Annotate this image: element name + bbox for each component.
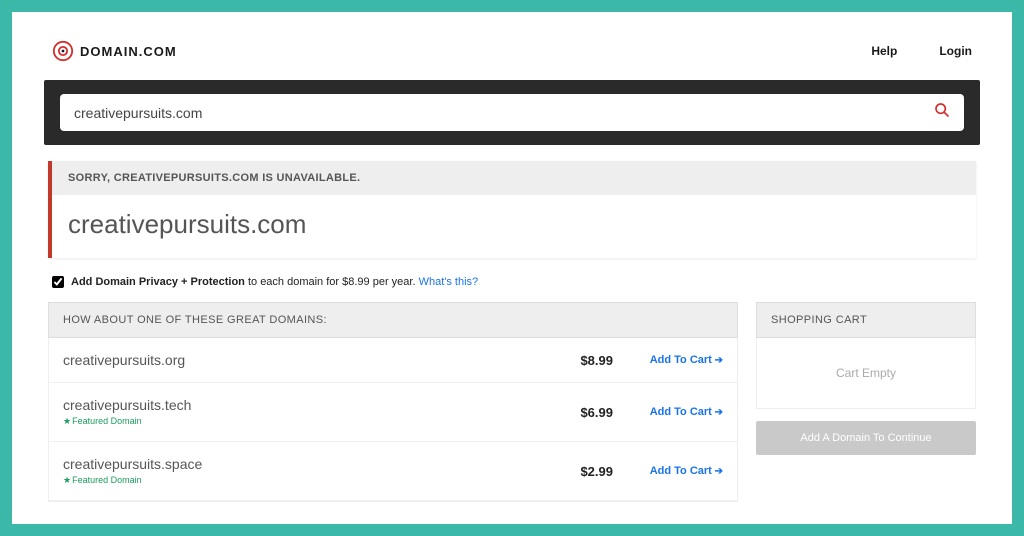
privacy-label-rest: to each domain for $8.99 per year. [245, 276, 419, 288]
domain-row: creativepursuits.tech Featured Domain $6… [49, 383, 737, 442]
page: DOMAIN.COM Help Login SORRY, CREATIVEPUR… [12, 12, 1012, 524]
add-to-cart-button[interactable]: Add To Cart [613, 354, 723, 366]
search-bar-wrap [44, 80, 980, 145]
domain-row: creativepursuits.space Featured Domain $… [49, 442, 737, 501]
suggestions-title: HOW ABOUT ONE OF THESE GREAT DOMAINS: [48, 302, 738, 338]
privacy-checkbox[interactable] [52, 276, 64, 288]
nav-help[interactable]: Help [871, 44, 897, 58]
privacy-link[interactable]: What's this? [419, 276, 479, 288]
status-message: SORRY, CREATIVEPURSUITS.COM IS UNAVAILAB… [52, 161, 976, 195]
domain-name: creativepursuits.org [63, 352, 545, 368]
nav-login[interactable]: Login [939, 44, 972, 58]
cart-continue-button[interactable]: Add A Domain To Continue [756, 421, 976, 455]
search-input[interactable] [74, 105, 934, 121]
featured-badge: Featured Domain [63, 416, 545, 427]
logo-text: DOMAIN.COM [80, 44, 177, 59]
nav-links: Help Login [871, 44, 972, 58]
status-domain: creativepursuits.com [52, 195, 976, 258]
cart-empty: Cart Empty [756, 338, 976, 409]
search-bar [60, 94, 964, 131]
content: SORRY, CREATIVEPURSUITS.COM IS UNAVAILAB… [44, 145, 980, 502]
search-icon[interactable] [934, 102, 950, 123]
page-frame: DOMAIN.COM Help Login SORRY, CREATIVEPUR… [0, 0, 1024, 536]
domain-price: $6.99 [545, 405, 613, 420]
featured-badge: Featured Domain [63, 475, 545, 486]
add-to-cart-button[interactable]: Add To Cart [613, 465, 723, 477]
domain-row: creativepursuits.org $8.99 Add To Cart [49, 338, 737, 383]
domain-price: $2.99 [545, 464, 613, 479]
suggestions-panel: HOW ABOUT ONE OF THESE GREAT DOMAINS: cr… [48, 302, 738, 502]
privacy-row: Add Domain Privacy + Protection to each … [52, 276, 976, 288]
cart-title: SHOPPING CART [756, 302, 976, 338]
domain-name: creativepursuits.space [63, 456, 545, 472]
logo-icon [52, 40, 74, 62]
add-to-cart-button[interactable]: Add To Cart [613, 406, 723, 418]
header: DOMAIN.COM Help Login [44, 40, 980, 80]
suggestions-list: creativepursuits.org $8.99 Add To Cart c… [48, 338, 738, 502]
logo[interactable]: DOMAIN.COM [52, 40, 177, 62]
domain-name: creativepursuits.tech [63, 397, 545, 413]
domain-price: $8.99 [545, 353, 613, 368]
privacy-label-bold: Add Domain Privacy + Protection [71, 276, 245, 288]
columns: HOW ABOUT ONE OF THESE GREAT DOMAINS: cr… [48, 302, 976, 502]
status-box: SORRY, CREATIVEPURSUITS.COM IS UNAVAILAB… [48, 161, 976, 258]
cart-panel: SHOPPING CART Cart Empty Add A Domain To… [756, 302, 976, 502]
